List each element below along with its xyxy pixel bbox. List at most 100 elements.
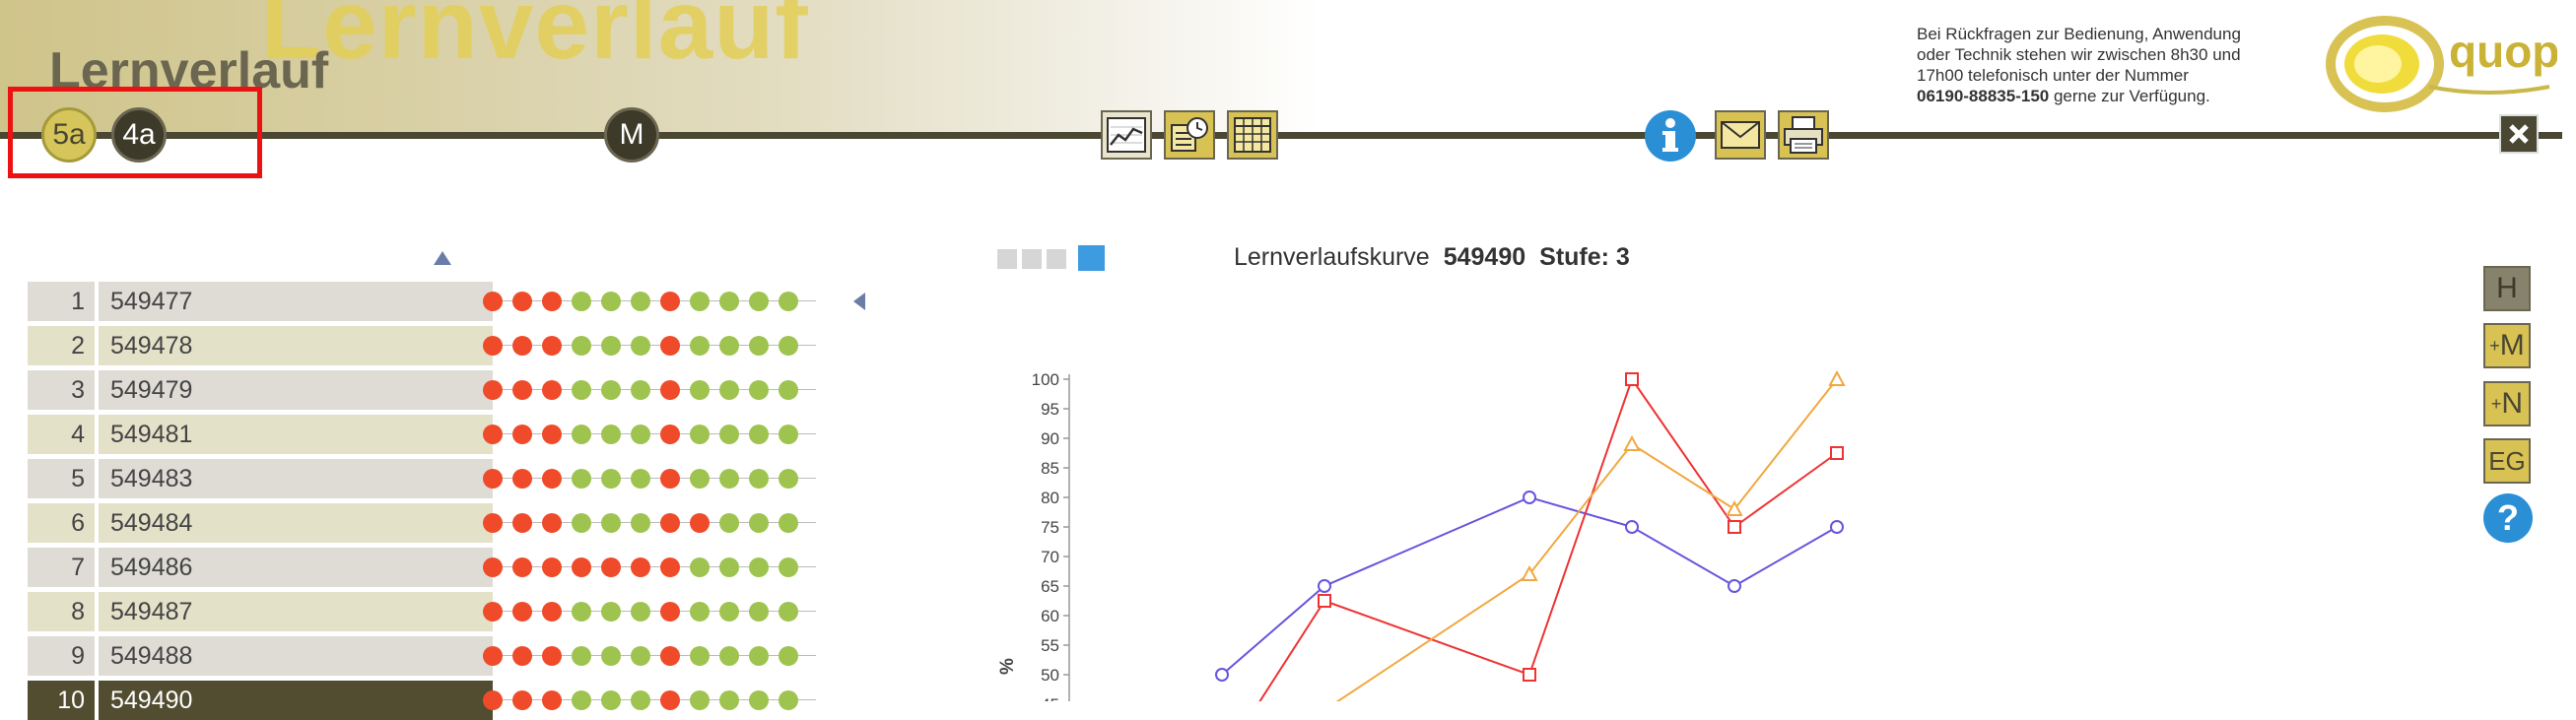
result-dot-red [542,425,562,444]
result-dots [483,636,818,676]
data-point [1623,434,1641,451]
result-dot-green [719,425,739,444]
collapse-left-icon[interactable] [853,293,865,310]
table-view-button[interactable] [1227,110,1278,160]
view-option-2[interactable] [1022,249,1042,269]
result-dot-red [542,513,562,533]
y-tick-label: 100 [1032,370,1059,389]
list-row[interactable]: 6 549484 [28,503,816,543]
result-dot-green [719,380,739,400]
close-button[interactable] [2499,114,2539,154]
result-dot-green [719,646,739,666]
result-dots [483,681,818,720]
chart-student-id: 549490 [1443,243,1526,271]
side-button-plus-m[interactable]: + M [2483,323,2531,368]
side-button-h[interactable]: H [2483,266,2531,311]
result-dot-red [512,380,532,400]
row-id: 549487 [99,592,493,631]
result-dot-green [749,469,769,489]
chart-view-button[interactable] [1101,110,1152,160]
result-dot-green [631,690,650,710]
result-dot-red [631,557,650,577]
list-row[interactable]: 2 549478 [28,326,816,365]
view-option-4[interactable] [1078,245,1105,271]
result-dot-green [690,469,710,489]
list-row[interactable]: 5 549483 [28,459,816,498]
result-dot-green [749,336,769,356]
result-dot-green [719,336,739,356]
view-option-3[interactable] [1047,249,1066,269]
view-option-1[interactable] [997,249,1017,269]
result-dot-red [483,602,503,622]
quop-logo: quop. [2321,10,2572,118]
result-dot-red [512,602,532,622]
y-tick-label: 45 [1041,695,1059,701]
y-tick-label: 80 [1041,489,1059,507]
data-point [1830,520,1844,534]
row-number: 7 [28,548,95,587]
result-dot-red [542,602,562,622]
side-button-plus-n[interactable]: + N [2483,381,2531,426]
chart-title: Lernverlaufskurve 549490 Stufe: 3 [1234,243,1630,272]
y-tick-label: 70 [1041,548,1059,566]
print-button[interactable] [1778,110,1829,160]
result-dot-red [483,557,503,577]
result-dot-green [719,292,739,311]
row-number: 9 [28,636,95,676]
data-point [1523,491,1536,504]
result-dot-green [779,646,798,666]
series-line [1335,378,1838,701]
list-row[interactable]: 4 549481 [28,415,816,454]
row-id: 549478 [99,326,493,365]
result-dot-green [779,690,798,710]
m-button[interactable]: M [604,107,659,163]
banner-background-title: Lernverlauf [261,0,809,80]
result-dot-red [660,513,680,533]
list-row[interactable]: 7 549486 [28,548,816,587]
result-dot-green [631,646,650,666]
list-row[interactable]: 10 549490 [28,681,816,720]
quop-logo-icon: quop. [2326,16,2572,112]
result-dot-red [542,292,562,311]
result-dot-green [779,380,798,400]
table-icon [1234,117,1271,153]
result-dot-red [512,557,532,577]
row-number: 6 [28,503,95,543]
help-button[interactable]: ? [2483,493,2533,543]
row-number: 8 [28,592,95,631]
result-dot-green [572,602,591,622]
result-dot-green [779,602,798,622]
result-dot-green [749,513,769,533]
result-dots [483,282,818,321]
result-dot-green [719,690,739,710]
data-point [1318,579,1331,593]
result-dot-green [601,380,621,400]
result-dot-red [512,425,532,444]
side-button-eg[interactable]: EG [2483,438,2531,484]
data-point [1215,668,1229,682]
series-line [1221,495,1838,676]
data-point [1523,668,1536,682]
schedule-button[interactable] [1164,110,1215,160]
result-dot-red [660,425,680,444]
result-dot-green [631,425,650,444]
sort-up-icon[interactable] [434,251,451,265]
list-row[interactable]: 9 549488 [28,636,816,676]
info-button[interactable] [1645,110,1696,162]
row-id: 549477 [99,282,493,321]
mail-button[interactable] [1715,110,1766,160]
y-tick-label: 75 [1041,518,1059,537]
y-tick-label: 90 [1041,429,1059,448]
list-row[interactable]: 3 549479 [28,370,816,410]
y-tick-label: 85 [1041,459,1059,478]
list-row[interactable]: 8 549487 [28,592,816,631]
data-point [1830,446,1844,460]
row-id: 549486 [99,548,493,587]
result-dot-green [690,557,710,577]
list-row[interactable]: 1 549477 [28,282,816,321]
result-dot-green [601,425,621,444]
result-dot-green [749,646,769,666]
result-dot-red [542,380,562,400]
result-dot-red [542,469,562,489]
support-line-2: oder Technik stehen wir zwischen 8h30 un… [1917,45,2241,64]
